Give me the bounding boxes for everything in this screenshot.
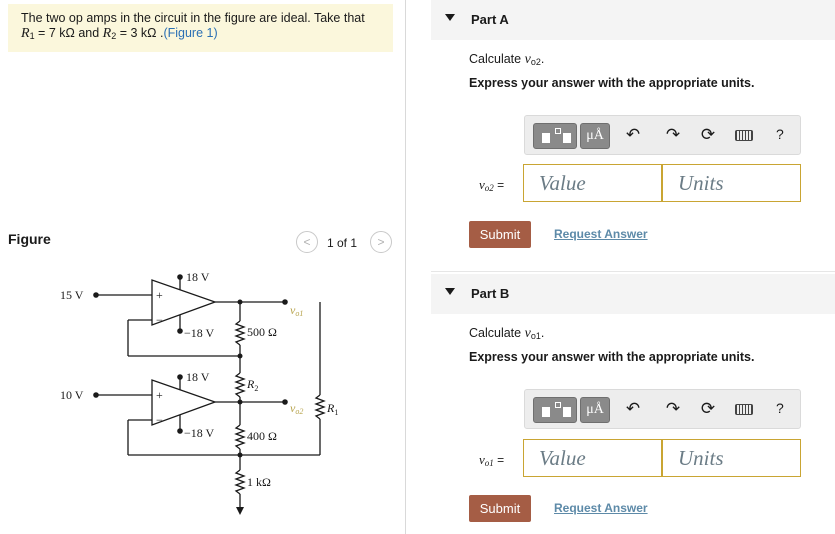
part-a-request-answer-link[interactable]: Request Answer (554, 227, 648, 241)
label-r2: R2 (246, 377, 258, 393)
part-b-units-input[interactable]: Units (662, 439, 801, 477)
resistor-r1 (314, 394, 326, 420)
keyboard-icon[interactable] (735, 130, 753, 141)
calc-suffix: . (540, 52, 545, 66)
label-plus-1: + (156, 288, 163, 302)
resistor-1k (234, 469, 246, 495)
units-button[interactable]: μÅ (580, 123, 610, 149)
label-rail-bottom-1: −18 V (184, 326, 215, 340)
resistor-r2 (234, 372, 246, 398)
label-plus-2: + (156, 388, 163, 402)
part-a-question: Calculate vo2. (469, 52, 544, 68)
label-15v: 15 V (60, 288, 84, 302)
r2-symbol: R (102, 26, 112, 41)
help-icon[interactable]: ? (776, 126, 784, 142)
calc-prefix: Calculate (469, 326, 525, 340)
problem-text: The two op amps in the circuit in the fi… (21, 11, 365, 25)
label-minus-2: − (156, 413, 163, 427)
label-vo2: vo2 (290, 401, 303, 416)
calc-prefix: Calculate (469, 52, 525, 66)
undo-icon[interactable]: ↶ (623, 399, 643, 419)
parts-separator (431, 271, 835, 272)
var-sub: o2 (484, 183, 494, 193)
part-a-instructions: Express your answer with the appropriate… (469, 76, 755, 90)
prev-figure-button[interactable]: < (296, 231, 318, 253)
part-b-request-answer-link[interactable]: Request Answer (554, 501, 648, 515)
r1-symbol: R (21, 26, 30, 41)
part-a-title: Part A (471, 12, 509, 27)
var-equals: = (493, 453, 505, 467)
template-icon[interactable] (533, 397, 577, 423)
label-10v: 10 V (60, 388, 84, 402)
figure-heading: Figure (8, 231, 51, 247)
resistor-500 (234, 320, 246, 346)
label-rail-bottom-2: −18 V (184, 426, 215, 440)
part-a-header[interactable]: Part A (431, 0, 835, 40)
help-icon[interactable]: ? (776, 400, 784, 416)
calc-sub: o2 (530, 57, 541, 67)
template-icon[interactable] (533, 123, 577, 149)
units-button[interactable]: μÅ (580, 397, 610, 423)
part-a-submit-button[interactable]: Submit (469, 221, 531, 248)
part-a-value-input[interactable]: Value (523, 164, 662, 202)
part-a-toolbar: μÅ ↶ ↷ ⟳ ? (524, 115, 801, 155)
calc-sub: o1 (530, 331, 541, 341)
calc-suffix: . (540, 326, 545, 340)
label-vo1: vo1 (290, 303, 303, 318)
panel-divider (405, 0, 406, 534)
part-b-title: Part B (471, 286, 510, 301)
label-rail-top-2: 18 V (186, 370, 210, 384)
problem-statement: The two op amps in the circuit in the fi… (8, 4, 393, 52)
label-1k-ohm: 1 kΩ (247, 475, 271, 489)
part-b-question: Calculate vo1. (469, 326, 544, 342)
collapse-triangle-icon[interactable] (445, 14, 455, 21)
reset-icon[interactable]: ⟳ (698, 399, 718, 419)
part-b-header[interactable]: Part B (431, 274, 835, 314)
part-a-units-input[interactable]: Units (662, 164, 801, 202)
redo-icon[interactable]: ↷ (663, 125, 683, 145)
r2-value: = 3 kΩ . (116, 26, 164, 40)
resistor-400 (234, 424, 246, 450)
r1-value: = 7 kΩ and (34, 26, 103, 40)
part-b-toolbar: μÅ ↶ ↷ ⟳ ? (524, 389, 801, 429)
part-a-variable-label: vo2 = (479, 177, 504, 193)
part-b-submit-button[interactable]: Submit (469, 495, 531, 522)
part-b-instructions: Express your answer with the appropriate… (469, 350, 755, 364)
keyboard-icon[interactable] (735, 404, 753, 415)
circuit-diagram: 15 V 10 V 18 V −18 V 18 V −18 V + − + − … (60, 270, 338, 515)
label-500-ohm: 500 Ω (247, 325, 277, 339)
figure-link[interactable]: (Figure 1) (163, 26, 217, 40)
part-b-value-input[interactable]: Value (523, 439, 662, 477)
var-equals: = (493, 178, 505, 192)
var-sub: o1 (484, 458, 494, 468)
next-figure-button[interactable]: > (370, 231, 392, 253)
part-b-variable-label: vo1 = (479, 452, 504, 468)
label-rail-top-1: 18 V (186, 270, 210, 284)
label-400-ohm: 400 Ω (247, 429, 277, 443)
figure-page-count: 1 of 1 (327, 236, 358, 250)
redo-icon[interactable]: ↷ (663, 399, 683, 419)
undo-icon[interactable]: ↶ (623, 125, 643, 145)
label-minus-1: − (156, 313, 163, 327)
collapse-triangle-icon[interactable] (445, 288, 455, 295)
reset-icon[interactable]: ⟳ (698, 125, 718, 145)
label-r1: R1 (326, 401, 338, 417)
